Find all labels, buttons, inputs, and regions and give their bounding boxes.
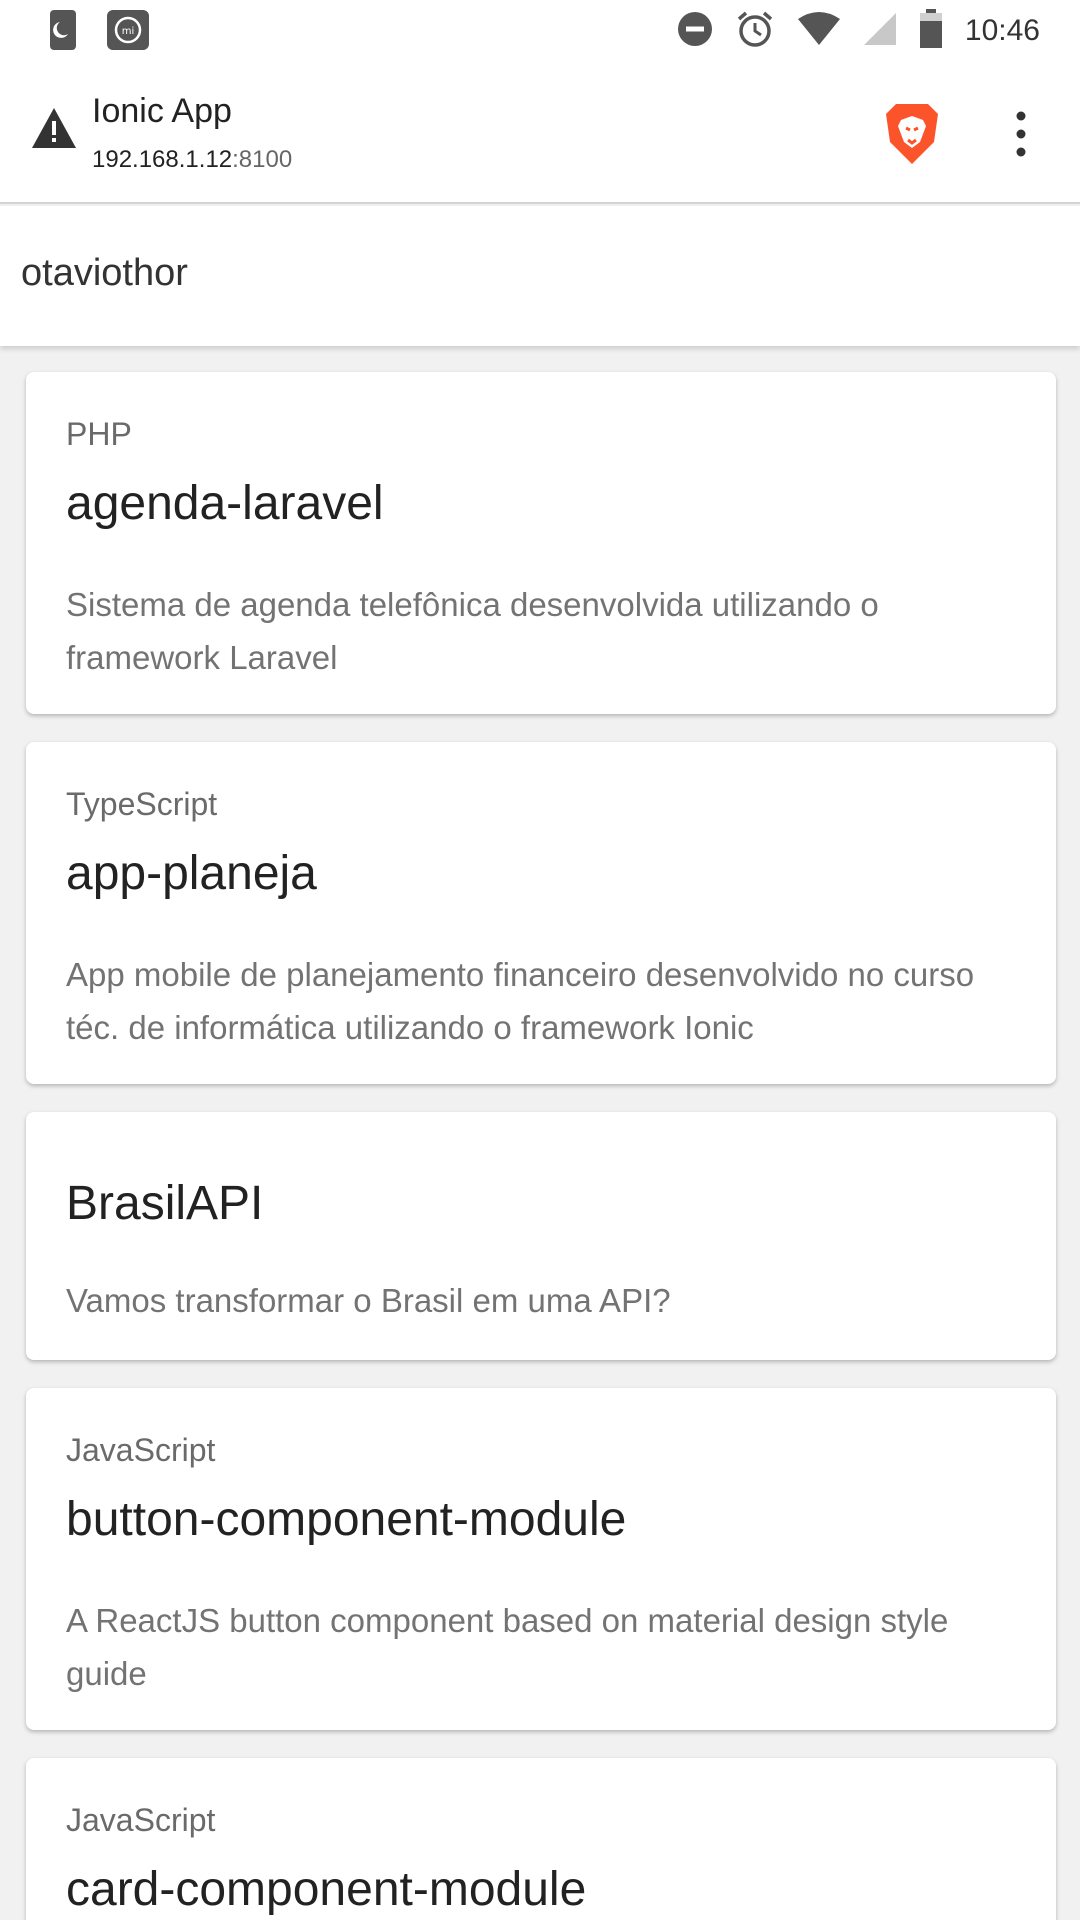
repo-card[interactable]: BrasilAPI Vamos transformar o Brasil em … <box>26 1112 1056 1360</box>
repo-language: TypeScript <box>66 786 218 822</box>
mi-app-icon: mi <box>106 8 150 52</box>
repo-card[interactable]: PHP agenda-laravel Sistema de agenda tel… <box>26 372 1056 714</box>
url-port: :8100 <box>232 146 293 173</box>
page-url[interactable]: 192.168.1.12:8100 <box>92 146 292 174</box>
repo-card[interactable]: JavaScript card-component-module <box>26 1758 1056 1920</box>
do-not-disturb-icon <box>677 11 713 52</box>
moon-app-icon <box>48 8 80 52</box>
repo-name: agenda-laravel <box>66 477 384 530</box>
repo-description: Sistema de agenda telefônica desenvolvid… <box>66 586 879 676</box>
signal-icon <box>863 12 897 51</box>
repo-language: JavaScript <box>66 1802 216 1838</box>
status-bar: mi 10:46 <box>0 0 1080 62</box>
more-vert-icon[interactable] <box>1006 106 1036 162</box>
repo-list: PHP agenda-laravel Sistema de agenda tel… <box>0 352 1080 1920</box>
repo-card[interactable]: TypeScript app-planeja App mobile de pla… <box>26 742 1056 1084</box>
svg-text:mi: mi <box>122 26 135 37</box>
repo-name: app-planeja <box>66 847 317 900</box>
repo-language: JavaScript <box>66 1432 216 1468</box>
browser-address-bar: Ionic App 192.168.1.12:8100 <box>0 62 1080 204</box>
repo-description: Vamos transformar o Brasil em uma API? <box>66 1282 671 1319</box>
repo-description: App mobile de planejamento financeiro de… <box>66 956 975 1046</box>
battery-icon <box>919 8 943 54</box>
repo-language: PHP <box>66 416 132 452</box>
wifi-icon <box>797 11 841 52</box>
app-toolbar: otaviothor <box>0 206 1080 346</box>
status-bar-system: 10:46 <box>677 6 1040 56</box>
page-title[interactable]: Ionic App <box>92 92 232 131</box>
repo-name: BrasilAPI <box>66 1177 264 1230</box>
repo-description: A ReactJS button component based on mate… <box>66 1602 949 1692</box>
warning-icon[interactable] <box>30 106 78 150</box>
status-bar-notifications: mi <box>48 8 150 52</box>
toolbar-title: otaviothor <box>21 252 188 294</box>
brave-lion-icon[interactable] <box>884 102 940 166</box>
url-host: 192.168.1.12 <box>92 146 233 173</box>
clock-time: 10:46 <box>964 14 1040 47</box>
repo-card[interactable]: JavaScript button-component-module A Rea… <box>26 1388 1056 1730</box>
repo-name: card-component-module <box>66 1863 587 1916</box>
alarm-icon <box>735 9 775 54</box>
repo-name: button-component-module <box>66 1493 627 1546</box>
